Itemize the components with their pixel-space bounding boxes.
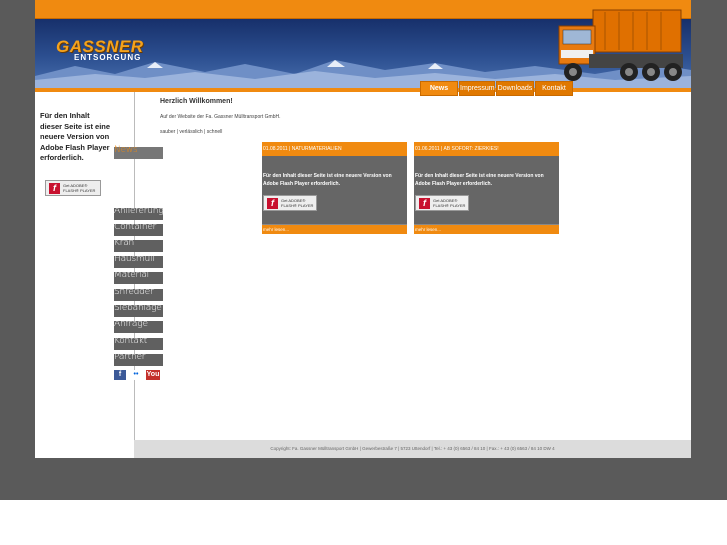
get-flash-badge-left[interactable]: f Get ADOBE® FLASH® PLAYER (45, 180, 101, 196)
flash-badge-text: Get ADOBE® FLASH® PLAYER (433, 198, 466, 208)
sidenav-item-kontakt[interactable]: Kontakt (114, 336, 163, 350)
sidenav-item-shredder[interactable]: Shredder (114, 287, 163, 301)
sidenav-item-kran[interactable]: Kran (114, 238, 163, 252)
sidenav-item-partner[interactable]: Partner (114, 352, 163, 366)
news-card: 01.08.2011 | NATURMATERIALIEN Für den In… (262, 142, 407, 234)
footer-copyright: Copyright: Fa. Gassner Mülltransport Gmb… (134, 440, 691, 458)
flickr-icon[interactable]: •• (130, 370, 142, 380)
get-flash-badge[interactable]: f Get ADOBE® FLASH® PLAYER (415, 195, 469, 211)
flash-badge-text: Get ADOBE® FLASH® PLAYER (281, 198, 314, 208)
truck-image (558, 9, 683, 81)
sidenav-item-anfrage[interactable]: Anfrage (114, 319, 163, 333)
get-flash-badge[interactable]: f Get ADOBE® FLASH® PLAYER (263, 195, 317, 211)
topnav-impressum[interactable]: Impressum (459, 81, 495, 96)
sidenav-item-hausmuell[interactable]: Hausmüll (114, 254, 163, 268)
sidenav-item-news[interactable]: News (114, 145, 163, 159)
topnav-news[interactable]: News (420, 81, 458, 96)
youtube-icon[interactable]: You (146, 370, 160, 380)
news-card-flash-notice: Für den Inhalt dieser Seite ist eine neu… (263, 173, 392, 187)
sidenav-item-siebanlage[interactable]: Siebanlage (114, 303, 163, 317)
topnav-downloads[interactable]: Downloads (496, 81, 534, 96)
facebook-icon[interactable]: f (114, 370, 126, 380)
news-card: 01.06.2011 | AB SOFORT: ZIERKIES! Für de… (414, 142, 559, 234)
sidenav-item-anlieferung[interactable]: Anlieferung (114, 206, 164, 220)
flash-icon: f (267, 198, 278, 209)
brand-subtitle: ENTSORGUNG (74, 53, 142, 62)
news-card-header[interactable]: 01.08.2011 | NATURMATERIALIEN (262, 142, 407, 156)
news-card-flash-notice: Für den Inhalt dieser Seite ist eine neu… (415, 173, 544, 187)
topnav-kontakt[interactable]: Kontakt (535, 81, 573, 96)
sidenav-item-material[interactable]: Material (114, 270, 163, 284)
flash-notice-left: Für den Inhalt dieser Seite ist eine neu… (40, 111, 111, 162)
news-card-more-link[interactable]: mehr lesen... (262, 225, 407, 234)
welcome-tagline: sauber | verlässlich | schnell (160, 129, 223, 135)
top-navigation: News Impressum Downloads Kontakt (420, 81, 574, 96)
flash-icon: f (49, 183, 60, 194)
sidenav-item-container[interactable]: Container (114, 222, 163, 236)
welcome-text: Auf der Website der Fa. Gassner Mülltran… (160, 114, 281, 120)
welcome-title: Herzlich Willkommen! (160, 98, 233, 105)
social-links: f •• You (114, 370, 164, 382)
news-card-more-link[interactable]: mehr lesen... (414, 225, 559, 234)
news-card-header[interactable]: 01.06.2011 | AB SOFORT: ZIERKIES! (414, 142, 559, 156)
flash-icon: f (419, 198, 430, 209)
flash-badge-text: Get ADOBE® FLASH® PLAYER (63, 183, 96, 193)
